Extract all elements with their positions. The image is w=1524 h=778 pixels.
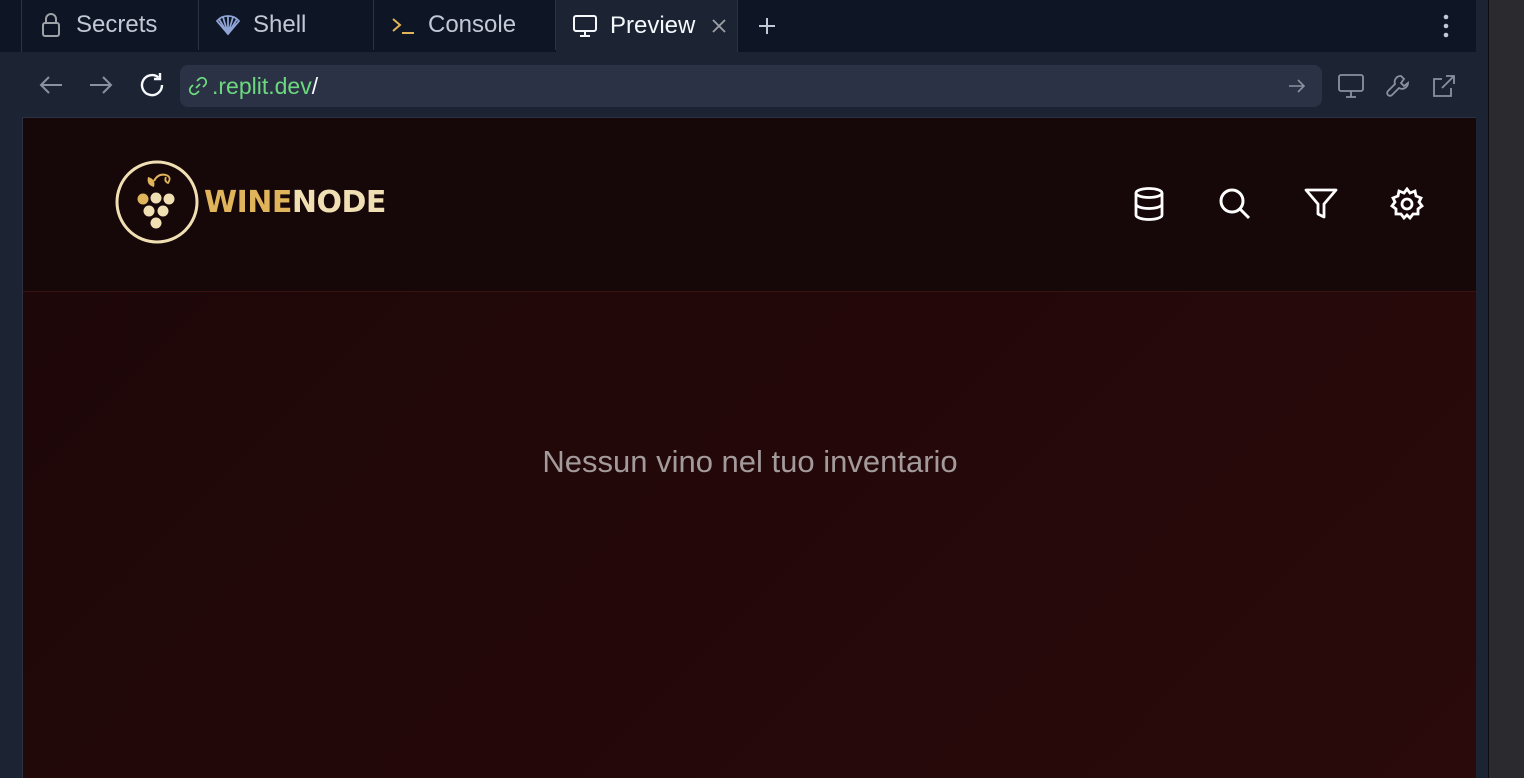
grape-logo-icon xyxy=(115,160,199,244)
preview-toolbar: .replit.dev / xyxy=(22,52,1476,118)
brand-logo[interactable]: WINENODE xyxy=(114,159,386,245)
tab-console[interactable]: Console xyxy=(374,0,556,50)
right-panel-edge xyxy=(1476,0,1524,778)
tab-label: Shell xyxy=(253,11,307,38)
filter-icon[interactable] xyxy=(1303,186,1339,222)
arrow-left-icon xyxy=(39,76,62,94)
arrow-right-icon xyxy=(90,76,113,94)
plus-icon xyxy=(759,18,775,34)
link-icon xyxy=(188,75,210,97)
shell-icon xyxy=(215,12,241,38)
brand-name: WINENODE xyxy=(204,185,386,220)
monitor-icon xyxy=(572,13,598,39)
tab-preview[interactable]: Preview xyxy=(556,0,738,52)
url-host: .replit.dev xyxy=(212,72,312,99)
back-button[interactable] xyxy=(36,70,66,100)
tab-label: Preview xyxy=(610,12,696,39)
tab-bar: Secrets Shell Console Preview xyxy=(22,0,1476,52)
tab-shell[interactable]: Shell xyxy=(199,0,374,50)
settings-icon[interactable] xyxy=(1389,186,1425,222)
devtools-button[interactable] xyxy=(1384,72,1412,100)
tab-label: Secrets xyxy=(76,11,158,38)
lock-icon xyxy=(38,12,64,38)
device-preview-button[interactable] xyxy=(1337,72,1365,100)
tab-label: Console xyxy=(428,11,517,38)
terminal-icon xyxy=(390,12,416,38)
empty-inventory-message: Nessun vino nel tuo inventario xyxy=(542,444,958,479)
app-header: WINENODE xyxy=(23,118,1476,292)
tab-secrets[interactable]: Secrets xyxy=(22,0,199,50)
url-path: / xyxy=(311,72,319,99)
new-tab-button[interactable] xyxy=(738,0,796,52)
search-icon[interactable] xyxy=(1217,186,1253,222)
reload-button[interactable] xyxy=(137,70,167,100)
open-new-tab-button[interactable] xyxy=(1430,72,1458,100)
go-arrow-icon[interactable] xyxy=(1286,75,1308,97)
monitor-icon xyxy=(1338,74,1364,98)
external-link-icon xyxy=(1433,75,1455,97)
close-tab-icon[interactable] xyxy=(711,18,727,34)
url-input[interactable]: .replit.dev / xyxy=(180,65,1322,107)
brand-name-part2: NODE xyxy=(291,184,387,220)
replit-workspace: Secrets Shell Console Preview .replit.de… xyxy=(0,0,1524,778)
reload-icon xyxy=(140,73,164,97)
more-options-button[interactable] xyxy=(1416,0,1476,52)
brand-name-part1: WINE xyxy=(204,184,292,220)
database-icon[interactable] xyxy=(1131,186,1167,222)
kebab-menu-icon xyxy=(1443,14,1449,38)
forward-button[interactable] xyxy=(86,70,116,100)
header-actions xyxy=(1131,186,1425,222)
preview-frame: WINENODE Nessun vino nel tuo inventario xyxy=(22,118,1476,778)
wrench-icon xyxy=(1386,75,1409,97)
left-panel-edge xyxy=(0,0,22,778)
